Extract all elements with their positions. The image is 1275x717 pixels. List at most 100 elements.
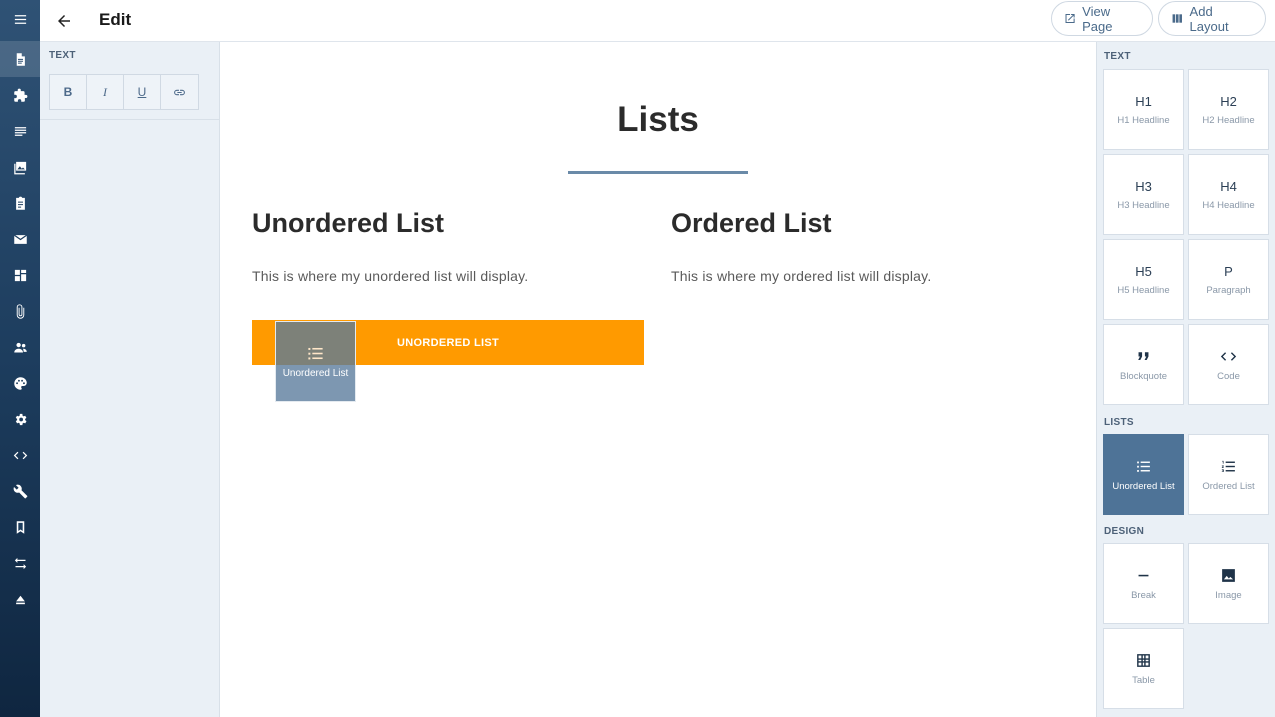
text-toolbar-panel: TEXT B I U: [40, 42, 220, 717]
code-icon: [1220, 351, 1237, 361]
components-panel: TEXT H1 H1 Headline H2 H2 Headline H3 H3…: [1096, 42, 1275, 717]
ordered-list-text[interactable]: This is where my ordered list will displ…: [671, 268, 931, 284]
paragraph-glyph: P: [1224, 263, 1233, 279]
h3-headline-tile[interactable]: H3 H3 Headline: [1103, 154, 1184, 235]
rail-publish-button[interactable]: [0, 581, 40, 617]
unordered-list-heading[interactable]: Unordered List: [252, 208, 444, 239]
rail-media-button[interactable]: [0, 149, 40, 185]
code-icon: [13, 451, 27, 459]
document-icon: [16, 52, 25, 66]
h3-caption: H3 Headline: [1117, 199, 1170, 211]
drag-ghost-label: Unordered List: [282, 368, 349, 379]
paragraph-tile[interactable]: P Paragraph: [1188, 239, 1269, 320]
unordered-list-caption: Unordered List: [1112, 480, 1175, 492]
columns-icon: [1172, 14, 1182, 23]
add-layout-label: Add Layout: [1189, 3, 1229, 34]
rail-forms-button[interactable]: [0, 185, 40, 221]
gear-icon: [15, 413, 27, 425]
image-caption: Image: [1215, 589, 1242, 601]
menu-icon: [14, 14, 26, 24]
h2-glyph: H2: [1220, 93, 1237, 109]
mail-icon: [13, 234, 27, 244]
rail-settings-button[interactable]: [0, 401, 40, 437]
rail-code-button[interactable]: [0, 437, 40, 473]
rail-transfer-button[interactable]: [0, 545, 40, 581]
back-button[interactable]: [52, 9, 76, 33]
unordered-list-text[interactable]: This is where my unordered list will dis…: [252, 268, 528, 284]
h4-caption: H4 Headline: [1202, 199, 1255, 211]
blockquote-caption: Blockquote: [1119, 370, 1167, 382]
dashboard-icon: [14, 269, 26, 281]
bookmark-icon: [16, 520, 24, 534]
people-icon: [13, 342, 27, 352]
drop-zone-label: UNORDERED LIST: [397, 336, 499, 349]
ordered-list-caption: Ordered List: [1202, 480, 1255, 492]
format-button-group: B I U: [49, 74, 199, 110]
ordered-list-heading[interactable]: Ordered List: [671, 208, 832, 239]
canvas-title[interactable]: Lists: [220, 100, 1096, 140]
toolbar-divider: [40, 119, 220, 120]
h3-glyph: H3: [1135, 178, 1152, 194]
rail-mail-button[interactable]: [0, 221, 40, 257]
title-divider: [568, 171, 748, 174]
view-page-label: View Page: [1082, 3, 1113, 34]
paragraph-caption: Paragraph: [1206, 284, 1251, 296]
drag-ghost-unordered-list[interactable]: Unordered List: [275, 321, 356, 402]
rail-themes-button[interactable]: [0, 365, 40, 401]
table-tile[interactable]: Table: [1103, 628, 1184, 709]
unordered-list-tile[interactable]: Unordered List: [1103, 434, 1184, 515]
lines-icon: [14, 126, 26, 136]
list-bulleted-icon: [308, 347, 323, 360]
top-bar: Edit View Page Add Layout: [40, 0, 1275, 42]
eject-icon: [15, 595, 25, 604]
h1-headline-tile[interactable]: H1 H1 Headline: [1103, 69, 1184, 150]
toolbar-section-label: TEXT: [49, 50, 76, 61]
underline-button[interactable]: U: [124, 75, 161, 109]
clipboard-icon: [15, 196, 25, 210]
break-tile[interactable]: Break: [1103, 543, 1184, 624]
text-section-label: TEXT: [1104, 51, 1131, 62]
h1-glyph: H1: [1135, 93, 1152, 109]
h1-caption: H1 Headline: [1117, 114, 1170, 126]
list-bulleted-icon: [1137, 461, 1150, 472]
h4-headline-tile[interactable]: H4 H4 Headline: [1188, 154, 1269, 235]
rail-widgets-button[interactable]: [0, 257, 40, 293]
external-edit-icon: [1065, 13, 1075, 24]
h2-caption: H2 Headline: [1202, 114, 1255, 126]
rail-content-button[interactable]: [0, 113, 40, 149]
wrench-icon: [13, 484, 27, 498]
swap-icon: [14, 557, 26, 569]
blockquote-tile[interactable]: Blockquote: [1103, 324, 1184, 405]
nav-rail: [0, 0, 40, 717]
add-layout-button[interactable]: Add Layout: [1158, 1, 1266, 36]
bold-button[interactable]: B: [50, 75, 87, 109]
view-page-button[interactable]: View Page: [1051, 1, 1153, 36]
table-caption: Table: [1132, 674, 1155, 686]
code-tile[interactable]: Code: [1188, 324, 1269, 405]
code-caption: Code: [1217, 370, 1240, 382]
ordered-list-tile[interactable]: Ordered List: [1188, 434, 1269, 515]
table-icon: [1137, 653, 1150, 667]
image-icon: [1222, 568, 1235, 582]
paperclip-icon: [16, 303, 24, 319]
rail-menu-button[interactable]: [0, 1, 40, 37]
break-caption: Break: [1131, 589, 1156, 601]
h5-glyph: H5: [1135, 263, 1152, 279]
rail-users-button[interactable]: [0, 329, 40, 365]
rail-attachments-button[interactable]: [0, 293, 40, 329]
lists-section-label: LISTS: [1104, 417, 1134, 428]
rail-bookmarks-button[interactable]: [0, 509, 40, 545]
puzzle-icon: [13, 88, 27, 102]
rail-plugins-button[interactable]: [0, 77, 40, 113]
h5-caption: H5 Headline: [1117, 284, 1170, 296]
image-tile[interactable]: Image: [1188, 543, 1269, 624]
link-icon: [174, 89, 185, 95]
arrow-left-icon: [58, 15, 70, 27]
h5-headline-tile[interactable]: H5 H5 Headline: [1103, 239, 1184, 320]
link-button[interactable]: [161, 75, 198, 109]
rail-tools-button[interactable]: [0, 473, 40, 509]
rail-pages-button[interactable]: [0, 41, 40, 77]
editor-canvas[interactable]: Lists Unordered List This is where my un…: [220, 42, 1096, 717]
h2-headline-tile[interactable]: H2 H2 Headline: [1188, 69, 1269, 150]
italic-button[interactable]: I: [87, 75, 124, 109]
